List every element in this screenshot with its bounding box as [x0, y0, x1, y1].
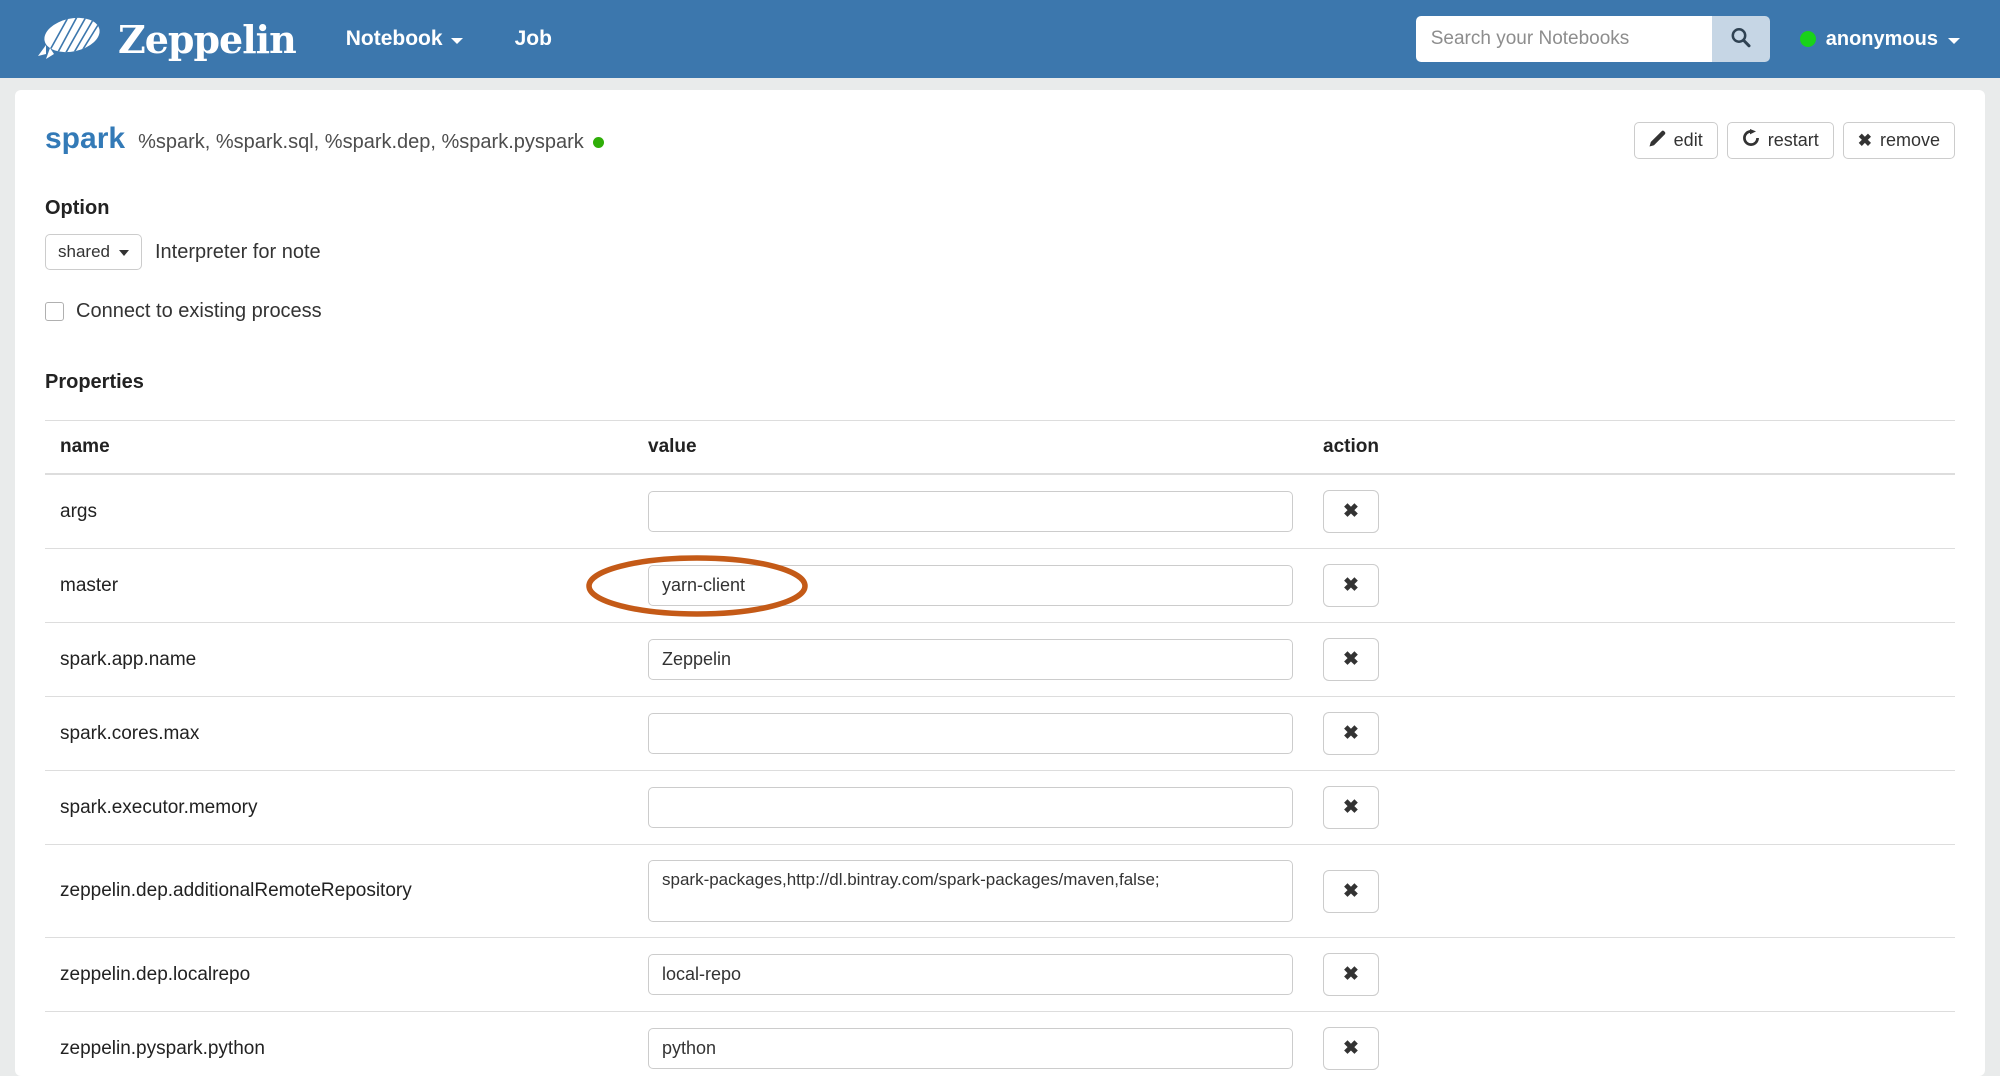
option-heading: Option [45, 197, 110, 219]
properties-header-row: name value action [45, 420, 1955, 475]
remove-button[interactable]: ✖ remove [1842, 122, 1955, 159]
close-icon: ✖ [1343, 649, 1359, 670]
property-name: zeppelin.dep.additionalRemoteRepository [45, 844, 633, 938]
interpreter-settings-panel: spark %spark, %spark.sql, %spark.dep, %s… [15, 90, 1985, 1076]
properties-heading: Properties [45, 371, 144, 393]
remove-property-button[interactable]: ✖ [1323, 953, 1379, 996]
table-row-spark-executor-memory: spark.executor.memory ✖ [45, 770, 1955, 845]
nav-item-notebook-label: Notebook [345, 27, 443, 50]
close-icon: ✖ [1343, 1038, 1359, 1059]
close-icon: ✖ [1343, 797, 1359, 818]
table-row-dep-additional-remote-repository: zeppelin.dep.additionalRemoteRepository … [45, 844, 1955, 938]
nav-links: Notebook Job [346, 27, 552, 51]
remove-property-button[interactable]: ✖ [1323, 869, 1379, 913]
property-value-input[interactable] [648, 787, 1293, 828]
chevron-down-icon [450, 37, 463, 44]
binding-mode-label: Interpreter for note [154, 240, 321, 263]
zeppelin-brand[interactable]: Zeppelin [36, 12, 297, 67]
table-row-args: args ✖ [45, 473, 1955, 549]
remove-button-label: remove [1879, 130, 1940, 150]
edit-button-label: edit [1673, 130, 1703, 150]
property-value-input[interactable] [648, 639, 1293, 680]
property-value-input[interactable] [648, 713, 1293, 754]
property-value-input[interactable] [648, 954, 1293, 995]
property-value-textarea[interactable]: spark-packages,http://dl.bintray.com/spa… [648, 860, 1293, 922]
binding-mode-row: shared Interpreter for note [45, 234, 1955, 270]
property-value-input[interactable] [648, 565, 1293, 606]
property-name: zeppelin.dep.localrepo [45, 937, 633, 1012]
remove-property-button[interactable]: ✖ [1323, 638, 1379, 681]
property-value-input[interactable] [648, 1028, 1293, 1069]
nav-item-job-label: Job [514, 27, 552, 50]
binding-mode-select[interactable]: shared [45, 234, 142, 270]
interpreter-name: spark [45, 122, 126, 155]
property-name: master [45, 548, 633, 623]
property-name: spark.cores.max [45, 696, 633, 771]
edit-button[interactable]: edit [1633, 122, 1718, 159]
pencil-icon [1649, 130, 1666, 152]
close-icon: ✖ [1343, 880, 1359, 902]
connect-existing-checkbox[interactable] [45, 302, 64, 321]
interpreter-actions: edit restart ✖ remove [1633, 122, 1955, 159]
properties-table: name value action args ✖ master yarn-cli… [45, 420, 1955, 1076]
refresh-icon [1742, 129, 1760, 152]
interpreter-bindings: %spark, %spark.sql, %spark.dep, %spark.p… [138, 131, 584, 153]
navbar: Zeppelin Notebook Job anonymous [0, 0, 2000, 78]
table-row-pyspark-python: zeppelin.pyspark.python ✖ [45, 1011, 1955, 1076]
property-name: zeppelin.pyspark.python [45, 1011, 633, 1076]
connect-existing-label: Connect to existing process [76, 300, 322, 322]
interpreter-title: spark %spark, %spark.sql, %spark.dep, %s… [45, 122, 604, 156]
close-icon: ✖ [1343, 723, 1359, 744]
nav-item-job[interactable]: Job [515, 27, 552, 51]
zeppelin-logo-icon [36, 12, 106, 67]
table-row-dep-localrepo: zeppelin.dep.localrepo ✖ [45, 937, 1955, 1012]
property-name: args [45, 473, 633, 549]
column-header-name: name [45, 420, 633, 475]
connection-status-icon [1799, 31, 1816, 47]
remove-property-button[interactable]: ✖ [1323, 1027, 1379, 1070]
interpreter-status-icon [592, 137, 604, 148]
interpreter-header: spark %spark, %spark.sql, %spark.dep, %s… [45, 122, 1955, 159]
close-icon: ✖ [1343, 501, 1359, 522]
remove-property-button[interactable]: ✖ [1323, 786, 1379, 829]
restart-button[interactable]: restart [1726, 122, 1834, 159]
table-row-spark-cores-max: spark.cores.max ✖ [45, 696, 1955, 771]
restart-button-label: restart [1767, 130, 1819, 150]
user-name: anonymous [1825, 27, 1938, 50]
property-value-input[interactable] [648, 491, 1293, 532]
search-icon [1729, 26, 1753, 53]
chevron-down-icon [1948, 37, 1960, 44]
remove-property-button[interactable]: ✖ [1323, 712, 1379, 755]
column-header-action: action [1308, 420, 1955, 475]
table-row-spark-app-name: spark.app.name ✖ [45, 622, 1955, 697]
column-header-value: value [633, 420, 1308, 475]
close-icon: ✖ [1343, 964, 1359, 985]
nav-item-notebook[interactable]: Notebook [346, 27, 463, 51]
table-row-master: master ✖ [45, 548, 1955, 623]
close-icon: ✖ [1343, 575, 1359, 596]
search-input[interactable] [1415, 16, 1712, 62]
chevron-down-icon [118, 250, 129, 256]
brand-title: Zeppelin [118, 16, 297, 62]
user-menu[interactable]: anonymous [1799, 27, 1960, 51]
binding-mode-value: shared [58, 242, 110, 261]
remove-property-button[interactable]: ✖ [1323, 564, 1379, 607]
property-name: spark.executor.memory [45, 770, 633, 845]
connect-existing-row: Connect to existing process [45, 300, 1955, 323]
search-button[interactable] [1711, 16, 1770, 62]
property-name: spark.app.name [45, 622, 633, 697]
close-icon: ✖ [1857, 130, 1872, 150]
notebook-search [1415, 16, 1770, 62]
remove-property-button[interactable]: ✖ [1323, 490, 1379, 533]
